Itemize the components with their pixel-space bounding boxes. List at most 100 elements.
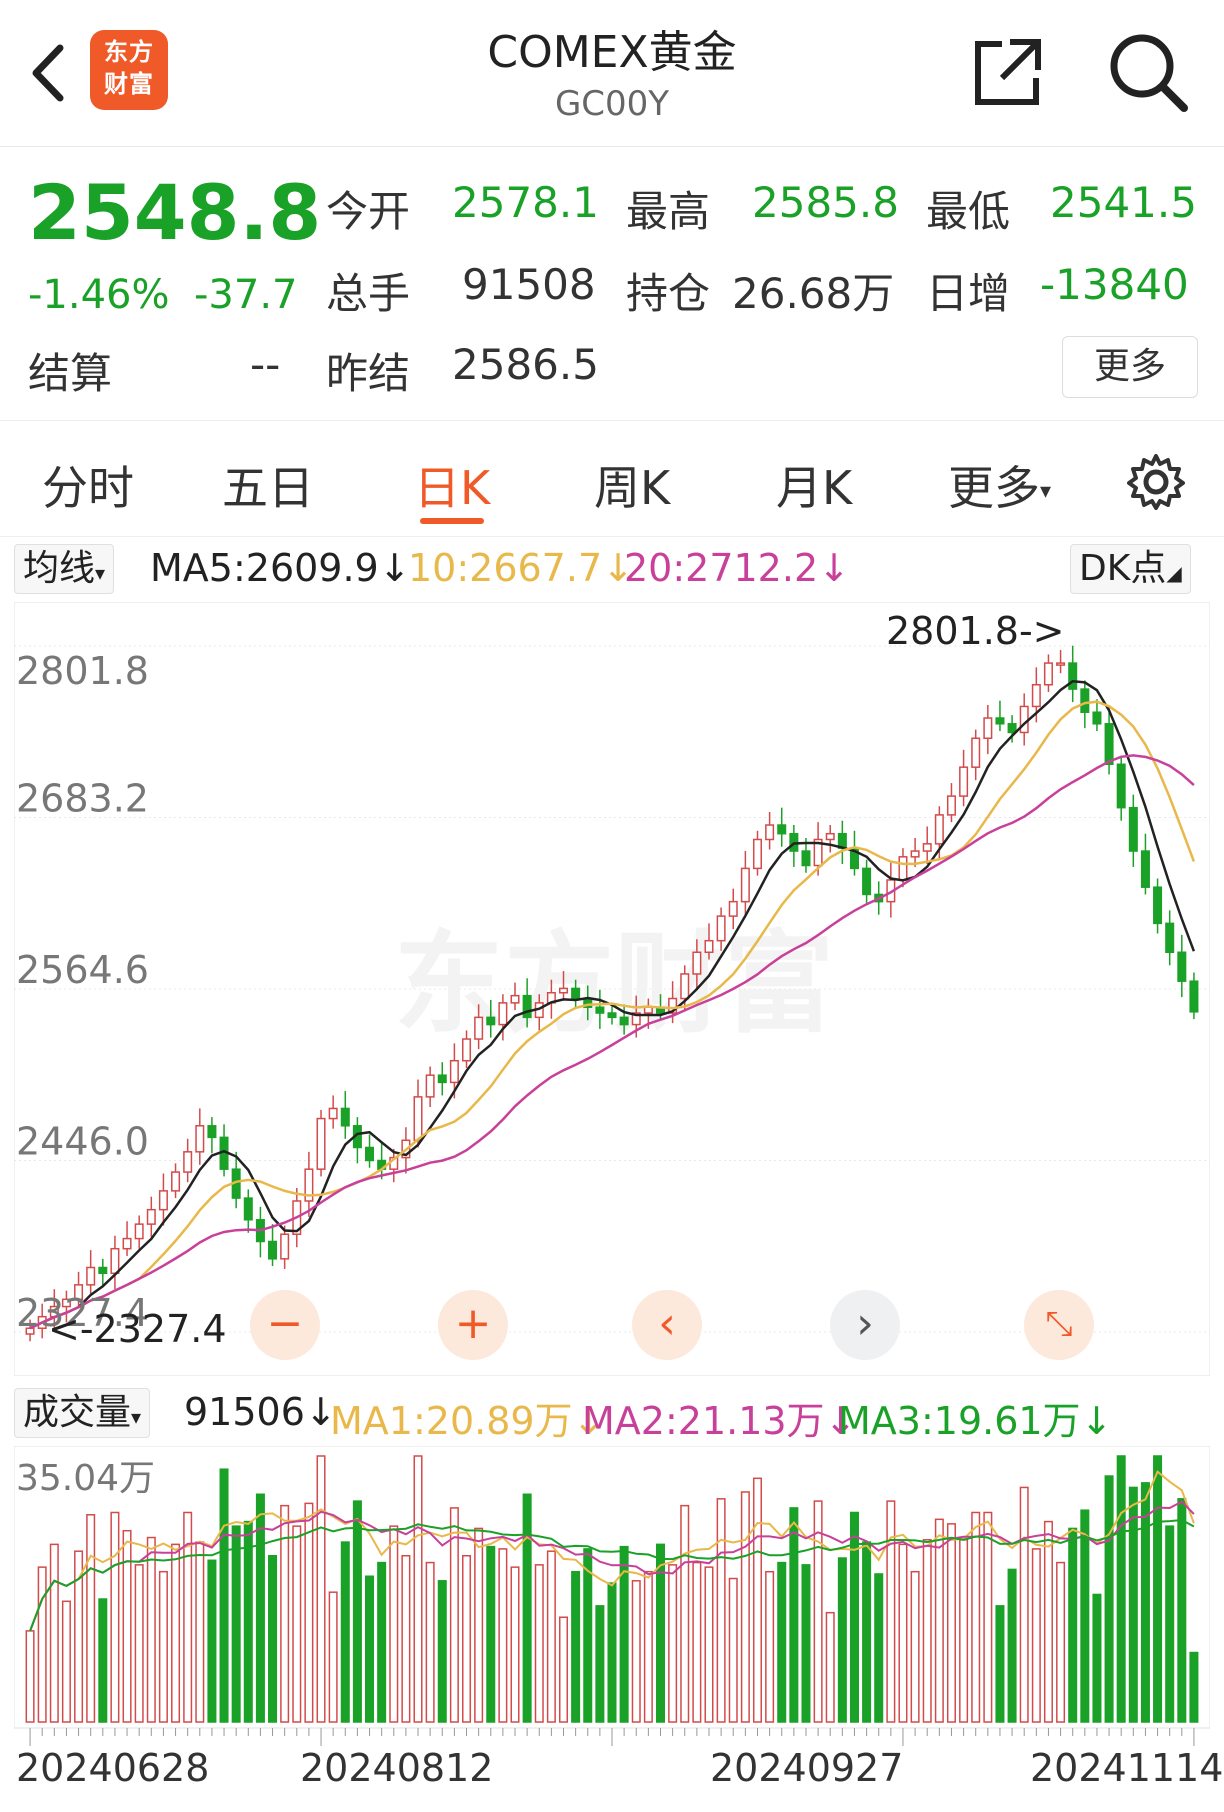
candle-body: [340, 1107, 350, 1127]
volume-bar: [595, 1605, 605, 1723]
corner-triangle-icon: ◢: [1166, 561, 1182, 585]
low-annotation: <-2327.4: [48, 1307, 227, 1351]
candle-body: [171, 1171, 181, 1192]
candle-body: [498, 1002, 508, 1026]
tab-monthly-k[interactable]: 月K: [776, 452, 852, 518]
candle-body: [280, 1233, 290, 1260]
volume-bar: [898, 1543, 908, 1723]
candle-body: [243, 1197, 253, 1221]
change-value: -37.7: [194, 272, 298, 318]
volume-bar: [1116, 1455, 1126, 1723]
candle-body: [1104, 723, 1114, 766]
candle-body: [1056, 662, 1066, 666]
volume-bar: [946, 1523, 956, 1723]
tab-more[interactable]: 更多▾: [948, 452, 1051, 518]
candle-body: [680, 973, 690, 1000]
volume-chart[interactable]: 35.04万: [14, 1446, 1210, 1746]
volume-bar: [1189, 1651, 1199, 1723]
candle-body: [486, 1016, 496, 1026]
search-icon[interactable]: [1106, 30, 1190, 114]
volume-bar: [522, 1493, 532, 1723]
volume-bar: [934, 1518, 944, 1723]
zoom-in-button[interactable]: +: [438, 1290, 508, 1360]
candle-body: [1177, 951, 1187, 982]
daily-increase-label: 日增: [926, 269, 1011, 318]
volume-bar: [1165, 1525, 1175, 1723]
volume-value: 91508: [462, 260, 596, 309]
candle-body: [195, 1125, 205, 1153]
settle-value: --: [250, 340, 281, 389]
prev-settle-label: 昨结: [326, 349, 411, 398]
volume-bar: [122, 1529, 132, 1723]
candle-body: [607, 1012, 617, 1019]
candle-body: [146, 1208, 156, 1225]
volume-bar: [1056, 1561, 1066, 1723]
volume-bar: [874, 1573, 884, 1723]
sub-indicator-selector[interactable]: 成交量▾: [14, 1388, 151, 1438]
volume-bar: [292, 1525, 302, 1723]
candle-body: [1153, 886, 1163, 925]
x-label-start: 20240628: [16, 1746, 210, 1790]
volume-bar: [98, 1598, 108, 1723]
candle-body: [98, 1266, 108, 1275]
tab-weekly-k[interactable]: 周K: [594, 452, 670, 518]
volume-bar: [801, 1564, 811, 1723]
candle-body: [110, 1247, 120, 1275]
high-annotation: 2801.8->: [886, 609, 1065, 653]
candle-body: [1165, 922, 1175, 954]
candle-body: [1043, 662, 1053, 686]
high-value: 2585.8: [752, 178, 899, 227]
more-details-button[interactable]: 更多: [1062, 336, 1198, 398]
high-label: 最高: [626, 187, 711, 236]
scroll-right-button[interactable]: ›: [830, 1290, 900, 1360]
candle-body: [825, 832, 835, 841]
tab-five-day[interactable]: 五日: [222, 452, 314, 518]
open-value: 2578.1: [452, 178, 599, 227]
candle-body: [449, 1059, 459, 1084]
volume-bar: [1043, 1520, 1053, 1723]
volume-bar: [486, 1545, 496, 1723]
volume-bar: [49, 1543, 59, 1723]
volume-bar: [886, 1500, 896, 1723]
candle-body: [740, 867, 750, 903]
candle-body: [1007, 723, 1017, 734]
y-tick-label: 2564.6: [16, 948, 149, 992]
tab-daily-k[interactable]: 日K: [414, 452, 490, 518]
volume-bar: [243, 1520, 253, 1723]
volume-bar: [1068, 1527, 1078, 1723]
volume-bar: [922, 1539, 932, 1723]
candle-body: [959, 766, 969, 797]
candle-body: [522, 994, 532, 1019]
open-interest-value: 26.68万: [732, 269, 895, 318]
candle-body: [437, 1074, 447, 1084]
indicator-selector[interactable]: 均线▾: [14, 544, 115, 594]
zoom-out-button[interactable]: −: [250, 1290, 320, 1360]
kline-chart[interactable]: 东方财富 2801.82683.22564.62446.02327.4 2801…: [14, 602, 1210, 1376]
share-icon[interactable]: [972, 36, 1044, 108]
volume-bar: [1153, 1455, 1163, 1723]
volume-bar: [1140, 1482, 1150, 1723]
dk-point-button[interactable]: DK点◢: [1070, 544, 1191, 594]
vol-ma3-readout: MA3:19.61万↓: [838, 1390, 1112, 1445]
active-tab-indicator: [420, 518, 484, 524]
candle-body: [316, 1117, 326, 1170]
candle-body: [1031, 684, 1041, 708]
volume-bar: [571, 1570, 581, 1723]
candle-body: [134, 1223, 144, 1240]
top-bar: 东方 财富 COMEX黄金 GC00Y: [0, 0, 1224, 147]
volume-value: 91506: [184, 1390, 305, 1434]
fullscreen-button[interactable]: ⤡: [1024, 1290, 1094, 1360]
vol-ma2-value: MA2:21.13万: [582, 1399, 825, 1443]
volume-bar: [389, 1525, 399, 1723]
back-arrow-icon[interactable]: [24, 38, 74, 108]
last-price: 2548.8: [28, 168, 322, 257]
settings-gear-icon[interactable]: [1126, 452, 1186, 512]
volume-bar: [1128, 1486, 1138, 1723]
caret-down-icon: ▾: [1040, 479, 1052, 504]
tab-intraday[interactable]: 分时: [42, 452, 134, 518]
candle-body: [765, 824, 775, 841]
volume-bar: [607, 1582, 617, 1723]
volume-bar: [61, 1600, 71, 1723]
scroll-left-button[interactable]: ‹: [632, 1290, 702, 1360]
ma20-value: 20:2712.2: [624, 546, 819, 590]
